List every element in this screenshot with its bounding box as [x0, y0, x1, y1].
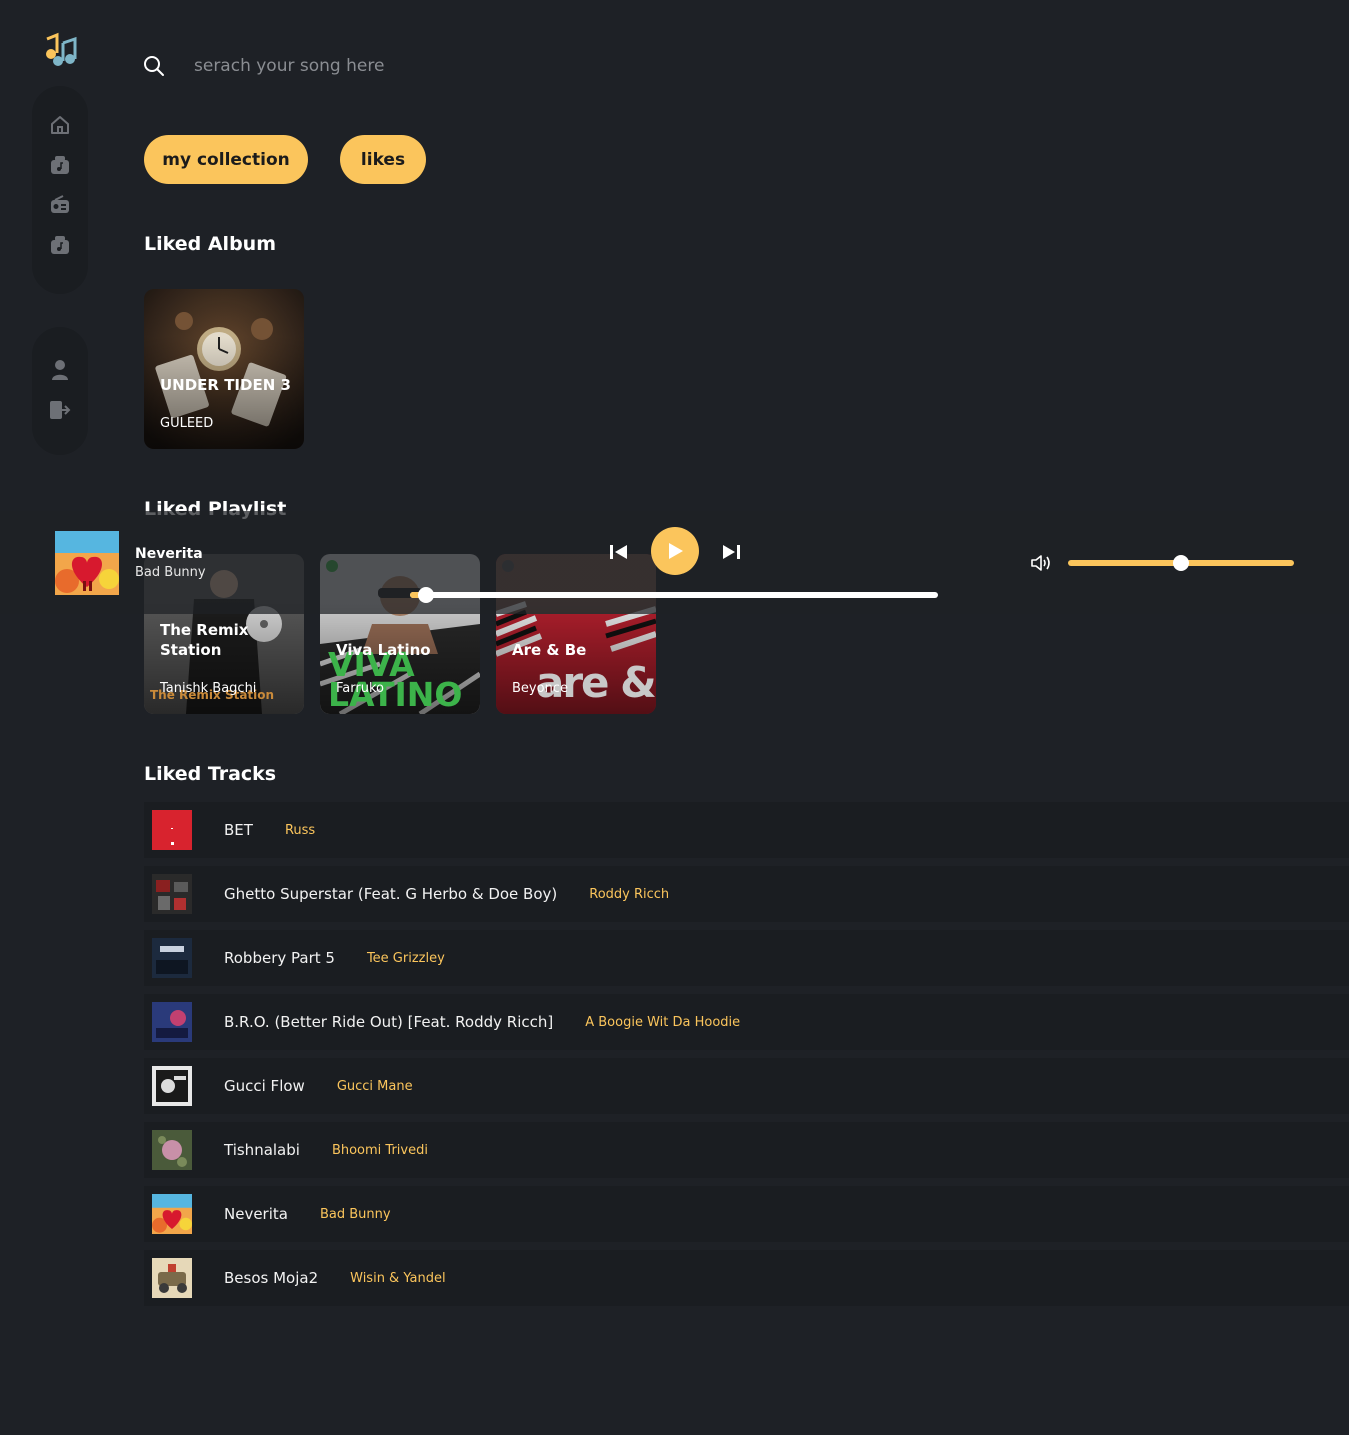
nav-albums[interactable] — [48, 234, 72, 256]
track-artist[interactable]: Bhoomi Trivedi — [332, 1143, 428, 1158]
next-icon[interactable] — [719, 541, 743, 563]
search-icon[interactable] — [142, 54, 166, 78]
progress-thumb[interactable] — [417, 587, 434, 603]
music-box-icon — [51, 236, 69, 254]
nav-library[interactable] — [48, 154, 72, 176]
track-row[interactable]: BET Russ — [144, 802, 1349, 858]
track-artist[interactable]: Tee Grizzley — [367, 951, 445, 966]
track-name: Besos Moja2 — [224, 1269, 319, 1287]
previous-icon[interactable] — [607, 541, 631, 563]
now-playing-title: Neverita — [135, 546, 203, 562]
track-row[interactable]: Besos Moja2 Wisin & Yandel — [144, 1250, 1349, 1306]
track-name: B.R.O. (Better Ride Out) [Feat. Roddy Ri… — [224, 1013, 554, 1031]
tab-my-collection[interactable]: my collection — [144, 135, 308, 184]
album-card[interactable]: UNDER TIDEN 3 GULEED — [144, 289, 304, 449]
home-icon — [51, 116, 69, 134]
track-name: Tishnalabi — [224, 1141, 300, 1159]
track-artist[interactable]: Wisin & Yandel — [350, 1271, 445, 1286]
track-artist[interactable]: Russ — [285, 823, 315, 838]
logout-icon — [50, 401, 71, 419]
liked-tracks-list: BET Russ Ghetto Superstar (Feat. G Herbo… — [144, 802, 1349, 1314]
track-cover — [152, 1066, 192, 1106]
track-artist[interactable]: A Boogie Wit Da Hoodie — [585, 1015, 740, 1030]
track-row[interactable]: Robbery Part 5 Tee Grizzley — [144, 930, 1349, 986]
music-app: my collection likes Liked Album UNDER TI… — [0, 0, 1349, 1435]
player-bar: Neverita Bad Bunny — [0, 511, 1349, 614]
play-button[interactable] — [651, 527, 699, 575]
track-row[interactable]: B.R.O. (Better Ride Out) [Feat. Roddy Ri… — [144, 994, 1349, 1050]
track-name: Ghetto Superstar (Feat. G Herbo & Doe Bo… — [224, 885, 558, 903]
track-cover — [152, 1194, 192, 1234]
track-name: Gucci Flow — [224, 1077, 305, 1095]
track-row[interactable]: Neverita Bad Bunny — [144, 1186, 1349, 1242]
track-name: Neverita — [224, 1205, 288, 1223]
playlist-title: The Remix Station — [160, 621, 249, 659]
track-cover — [152, 1002, 192, 1042]
sidebar-nav — [32, 86, 88, 294]
user-icon — [52, 360, 68, 380]
track-row[interactable]: Gucci Flow Gucci Mane — [144, 1058, 1349, 1114]
search-bar — [142, 54, 614, 78]
progress-bar[interactable] — [410, 587, 938, 603]
now-playing-artist: Bad Bunny — [135, 565, 206, 580]
tab-likes[interactable]: likes — [340, 135, 426, 184]
playlist-owner: Farruko — [336, 681, 384, 696]
track-name: Robbery Part 5 — [224, 949, 335, 967]
sidebar-account — [32, 327, 88, 455]
track-cover — [152, 1130, 192, 1170]
music-box-icon — [51, 156, 69, 174]
radio-icon — [51, 195, 69, 213]
album-artist: GULEED — [160, 416, 214, 431]
album-title: UNDER TIDEN 3 — [160, 376, 291, 394]
track-row[interactable]: Tishnalabi Bhoomi Trivedi — [144, 1122, 1349, 1178]
playlist-owner: Beyonce — [512, 681, 568, 696]
playlist-title: Are & Be — [512, 641, 587, 659]
track-cover — [152, 810, 192, 850]
nav-logout[interactable] — [48, 399, 72, 421]
track-artist[interactable]: Bad Bunny — [320, 1207, 391, 1222]
search-input[interactable] — [194, 56, 614, 76]
nav-radio[interactable] — [48, 194, 72, 216]
track-artist[interactable]: Roddy Ricch — [589, 887, 669, 902]
volume-icon[interactable] — [1030, 554, 1052, 572]
track-cover — [152, 938, 192, 978]
liked-album-heading: Liked Album — [144, 233, 276, 255]
nav-profile[interactable] — [48, 359, 72, 381]
music-note-logo-icon[interactable] — [43, 31, 79, 67]
track-cover — [152, 874, 192, 914]
playlist-title: Viva Latino — [336, 641, 431, 659]
playlist-owner: Tanishk Bagchi — [160, 681, 257, 696]
volume-slider[interactable] — [1068, 555, 1294, 571]
nav-home[interactable] — [48, 114, 72, 136]
track-artist[interactable]: Gucci Mane — [337, 1079, 413, 1094]
track-name: BET — [224, 821, 253, 839]
liked-tracks-heading: Liked Tracks — [144, 763, 277, 785]
volume-thumb[interactable] — [1173, 555, 1189, 571]
now-playing-cover[interactable] — [55, 531, 119, 595]
track-cover — [152, 1258, 192, 1298]
play-icon — [669, 543, 683, 559]
track-row[interactable]: Ghetto Superstar (Feat. G Herbo & Doe Bo… — [144, 866, 1349, 922]
